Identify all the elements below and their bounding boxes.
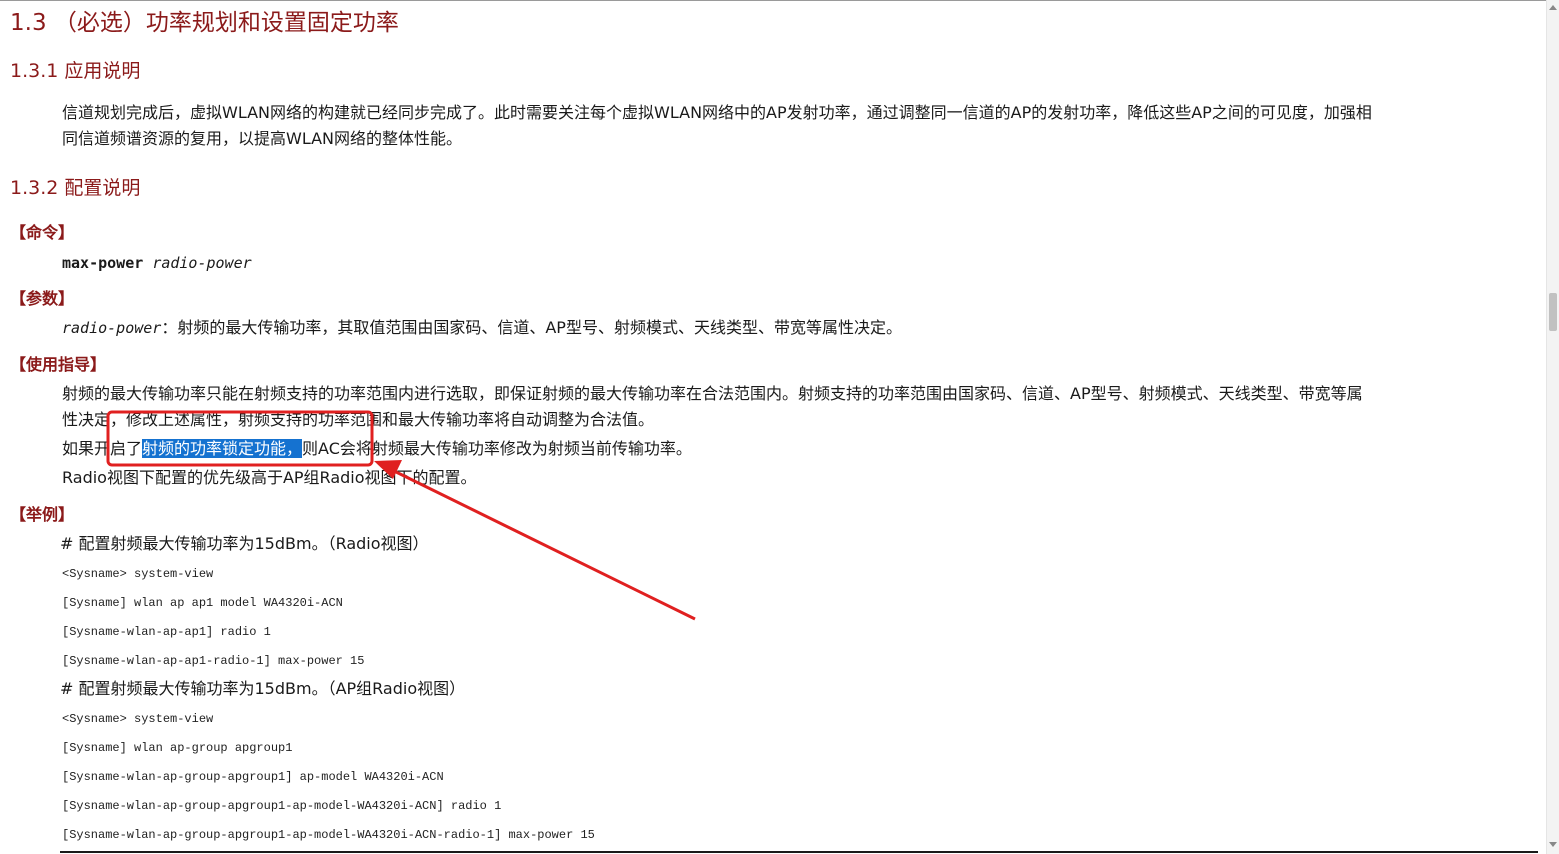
usage-line-3: 如果开启了射频的功率锁定功能，则AC会将射频最大传输功率修改为射频当前传输功率。 — [62, 436, 692, 462]
intro-line-2: 同信道频谱资源的复用，以提高WLAN网络的整体性能。 — [62, 129, 463, 148]
scroll-up-icon[interactable] — [1549, 5, 1557, 10]
code-line: [Sysname-wlan-ap-ap1] radio 1 — [62, 625, 271, 639]
bottom-rule — [60, 851, 1538, 853]
usage-line-3-suffix: 则AC会将射频最大传输功率修改为射频当前传输功率。 — [302, 439, 692, 458]
example-label: 【举例】 — [10, 505, 75, 524]
usage-line-4: Radio视图下配置的优先级高于AP组Radio视图下的配置。 — [62, 468, 477, 487]
command-label: 【命令】 — [10, 223, 75, 242]
command-argument: radio-power — [152, 254, 252, 272]
subsection-title-config: 1.3.2 配置说明 — [10, 177, 141, 199]
code-line: [Sysname-wlan-ap-group-apgroup1] ap-mode… — [62, 770, 444, 784]
usage-line-2: 性决定，修改上述属性，射频支持的功率范围和最大传输功率将自动调整为合法值。 — [62, 410, 655, 429]
scrollbar[interactable] — [1546, 0, 1559, 854]
top-border — [0, 0, 1546, 1]
code-line: [Sysname-wlan-ap-ap1-radio-1] max-power … — [62, 654, 365, 668]
example-heading-1: # 配置射频最大传输功率为15dBm。（Radio视图） — [60, 534, 429, 553]
subsection-title-application: 1.3.1 应用说明 — [10, 60, 141, 82]
param-desc-text: ：射频的最大传输功率，其取值范围由国家码、信道、AP型号、射频模式、天线类型、带… — [161, 318, 902, 337]
scrollbar-thumb[interactable] — [1549, 293, 1557, 331]
intro-line-1: 信道规划完成后，虚拟WLAN网络的构建就已经同步完成了。此时需要关注每个虚拟WL… — [62, 103, 1372, 122]
param-description: radio-power：射频的最大传输功率，其取值范围由国家码、信道、AP型号、… — [62, 315, 902, 341]
usage-label: 【使用指导】 — [10, 355, 107, 374]
annotation-arrow-shaft — [391, 468, 696, 621]
code-line: [Sysname] wlan ap-group apgroup1 — [62, 741, 293, 755]
code-line: [Sysname-wlan-ap-group-apgroup1-ap-model… — [62, 828, 595, 842]
command-keyword: max-power — [62, 254, 144, 272]
section-title: 1.3 （必选）功率规划和设置固定功率 — [10, 10, 399, 36]
param-name: radio-power — [62, 319, 162, 337]
code-line: [Sysname] wlan ap ap1 model WA4320i-ACN — [62, 596, 343, 610]
code-line: <Sysname> system-view — [62, 712, 214, 726]
command-syntax: max-power radio-power — [62, 254, 252, 272]
code-line: [Sysname-wlan-ap-group-apgroup1-ap-model… — [62, 799, 502, 813]
code-line: <Sysname> system-view — [62, 567, 214, 581]
scroll-down-icon[interactable] — [1549, 842, 1557, 847]
params-label: 【参数】 — [10, 289, 75, 308]
example-heading-2: # 配置射频最大传输功率为15dBm。（AP组Radio视图） — [60, 679, 466, 698]
selected-text[interactable]: 射频的功率锁定功能， — [142, 439, 303, 458]
usage-line-3-prefix: 如果开启了 — [62, 439, 143, 458]
usage-line-1: 射频的最大传输功率只能在射频支持的功率范围内进行选取，即保证射频的最大传输功率在… — [62, 384, 1363, 403]
